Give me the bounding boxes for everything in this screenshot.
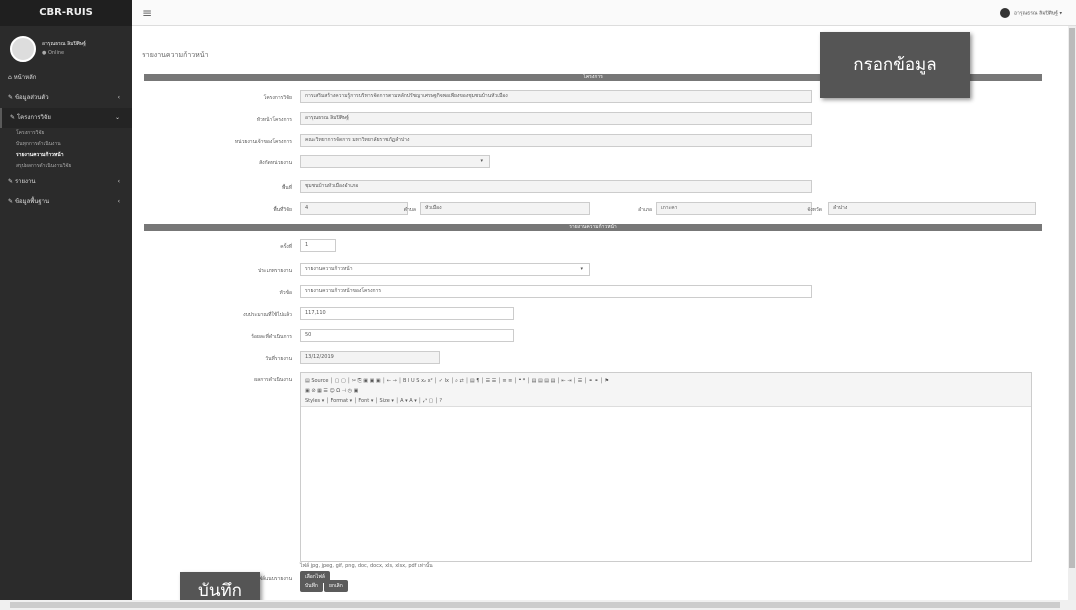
nav-research[interactable]: ✎ โครงการวิจัย ⌄ xyxy=(0,108,132,128)
sub-summary[interactable]: สรุปผลการดำเนินงานวิจัย xyxy=(0,161,132,172)
sidebar-user-status: ● Online xyxy=(42,50,65,56)
app-brand[interactable]: CBR-RUIS xyxy=(0,0,132,26)
project-head-field: อารุณธรณ ลิมปิศิษฐ์ xyxy=(300,112,812,125)
project-type-label: สังกัดหน่วยงาน xyxy=(259,160,292,166)
project-name-field: การเสริมสร้างความรู้การบริหารจัดการตามหล… xyxy=(300,90,812,103)
project-area-label: พื้นที่ xyxy=(281,185,292,191)
edit-icon: ✎ xyxy=(10,114,17,121)
project-org-field: คณะวิทยาการจัดการ มหาวิทยาลัยราชภัฏลำปาง xyxy=(300,134,812,147)
scrollbar-thumb[interactable] xyxy=(1069,28,1075,568)
page-title: รายงานความก้าวหน้า xyxy=(142,51,209,59)
nav-basic-label: ข้อมูลพื้นฐาน xyxy=(14,198,50,205)
callout-fill-data: กรอกข้อมูล xyxy=(820,32,970,98)
project-org-label: หน่วยงานเจ้าของโครงการ xyxy=(234,139,292,145)
report-no-label: ครั้งที่ xyxy=(280,244,292,250)
user-avatar-icon xyxy=(1000,8,1011,18)
report-detail-label: ผลการดำเนินงาน xyxy=(254,377,292,383)
sub-log[interactable]: บันทุกการดำเนินงาน xyxy=(0,139,132,150)
chevron-down-icon: ▾ xyxy=(580,266,583,272)
project-amphoe-label: อำเภอ xyxy=(638,207,652,213)
edit-icon: ✎ xyxy=(8,198,15,205)
edit-icon: ✎ xyxy=(8,178,15,185)
rich-text-editor[interactable]: ▤ Source │ ▢ ▢ │ ✂ ⎘ ▣ ▣ ▣ │ ← → │ B I U… xyxy=(300,372,1032,562)
project-moo-label: พื้นที่วิจัย xyxy=(273,207,292,213)
nav-home[interactable]: ⌂ หน้าหลัก xyxy=(0,68,132,88)
editor-toolbar: ▤ Source │ ▢ ▢ │ ✂ ⎘ ▣ ▣ ▣ │ ← → │ B I U… xyxy=(301,373,1031,407)
project-province-field: ลำปาง xyxy=(828,202,1036,215)
scrollbar-thumb[interactable] xyxy=(10,602,1060,608)
nav-report[interactable]: ✎ รายงาน ‹ xyxy=(0,172,132,192)
main-content: รายงานความก้าวหน้า โครงการ โครงการวิจัย … xyxy=(132,26,1068,600)
topbar: ≡ อารุณธรณ ลิมปิศิษฐ์ ▾ xyxy=(132,0,1076,26)
sub-progress[interactable]: รายงานความก้าวหน้า xyxy=(0,150,132,161)
report-percent-input[interactable]: 50 xyxy=(300,329,514,342)
project-name-label: โครงการวิจัย xyxy=(263,95,292,101)
cancel-button[interactable]: ยกเลิก xyxy=(324,580,348,592)
chevron-left-icon: ‹ xyxy=(117,178,120,185)
edit-icon: ✎ xyxy=(8,94,15,101)
chevron-down-icon: ▾ xyxy=(480,158,483,164)
nav-profile-label: ข้อมูลส่วนตัว xyxy=(14,94,49,101)
horizontal-scrollbar[interactable] xyxy=(0,600,1076,610)
attach-note: ไฟล์ jpg, jpeg, gif, png, doc, docx, xls… xyxy=(300,563,433,569)
nav-profile[interactable]: ✎ ข้อมูลส่วนตัว ‹ xyxy=(0,88,132,108)
chevron-down-icon: ⌄ xyxy=(114,114,120,121)
report-budget-input[interactable]: 117,110 xyxy=(300,307,514,320)
sub-research[interactable]: โครงการวิจัย xyxy=(0,128,132,139)
user-menu[interactable]: อารุณธรณ ลิมปิศิษฐ์ ▾ xyxy=(1000,8,1062,18)
sidebar: CBR-RUIS อารุณธรณ ลิมปิศิษฐ์ ● Online ⌂ … xyxy=(0,0,132,610)
user-panel: อารุณธรณ ลิมปิศิษฐ์ ● Online xyxy=(0,26,132,68)
sidebar-user-name: อารุณธรณ ลิมปิศิษฐ์ xyxy=(42,41,86,47)
report-percent-label: ร้อยละที่ดำเนินการ xyxy=(251,334,292,340)
editor-toolbar-row-1[interactable]: ▤ Source │ ▢ ▢ │ ✂ ⎘ ▣ ▣ ▣ │ ← → │ B I U… xyxy=(305,376,1027,386)
editor-toolbar-row-2[interactable]: ▣ ⊘ ▦ ☰ ☺ Ω ⊣ ◷ ▣ xyxy=(305,386,1027,396)
section-report-header: รายงานความก้าวหน้า xyxy=(144,224,1042,231)
chevron-left-icon: ‹ xyxy=(117,198,120,205)
report-date-label: วันที่รายงาน xyxy=(265,356,292,362)
report-type-label: ประเภทรายงาน xyxy=(258,268,292,274)
menu-toggle-icon[interactable]: ≡ xyxy=(142,6,152,20)
chevron-left-icon: ‹ xyxy=(117,94,120,101)
nav-basic[interactable]: ✎ ข้อมูลพื้นฐาน ‹ xyxy=(0,192,132,212)
project-type-select: ▾ xyxy=(300,155,490,168)
avatar xyxy=(10,36,36,62)
nav-research-label: โครงการวิจัย xyxy=(16,114,51,121)
report-date-field: 13/12/2019 xyxy=(300,351,440,364)
report-title-input[interactable]: รายงานความก้าวหน้าของโครงการ xyxy=(300,285,812,298)
vertical-scrollbar[interactable] xyxy=(1068,26,1076,600)
report-budget-label: งบประมาณที่ใช้ไปแล้ว xyxy=(243,312,292,318)
project-tambon-label: ตำบล xyxy=(403,207,416,213)
report-type-value: รายงานความก้าวหน้า xyxy=(305,266,353,272)
report-type-select[interactable]: รายงานความก้าวหน้า ▾ xyxy=(300,263,590,276)
project-area-field: ชุมชนบ้านหัวเมืองอำเภอ xyxy=(300,180,812,193)
report-title-label: หัวข้อ xyxy=(279,290,292,296)
user-menu-label: อารุณธรณ ลิมปิศิษฐ์ ▾ xyxy=(1014,10,1062,17)
nav-report-label: รายงาน xyxy=(14,178,36,185)
project-province-label: จังหวัด xyxy=(807,207,822,213)
report-no-input[interactable]: 1 xyxy=(300,239,336,252)
save-button[interactable]: บันทึก xyxy=(300,580,323,592)
nav-home-label: หน้าหลัก xyxy=(13,74,37,81)
project-head-label: หัวหน้าโครงการ xyxy=(256,117,292,123)
editor-toolbar-row-3[interactable]: Styles ▾ │ Format ▾ │ Font ▾ │ Size ▾ │ … xyxy=(305,396,1027,406)
